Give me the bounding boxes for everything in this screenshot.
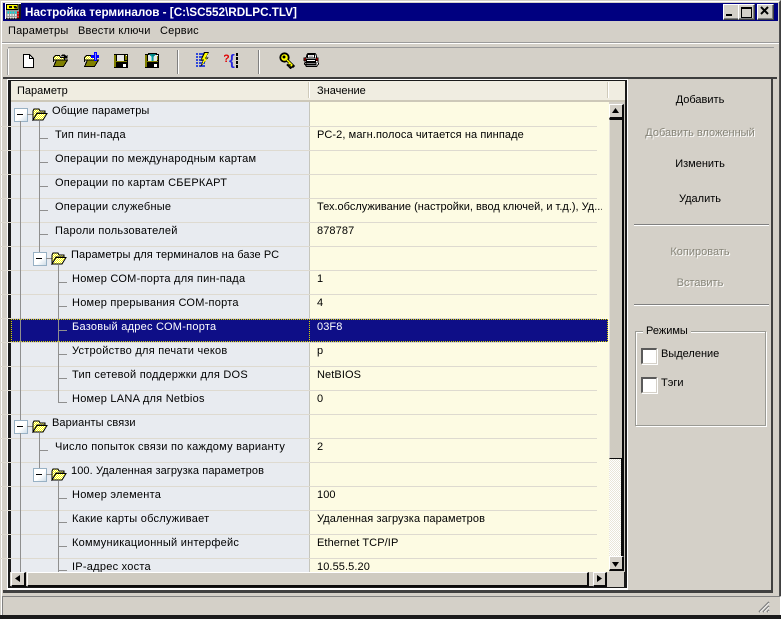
svg-text:{: { — [229, 52, 235, 68]
